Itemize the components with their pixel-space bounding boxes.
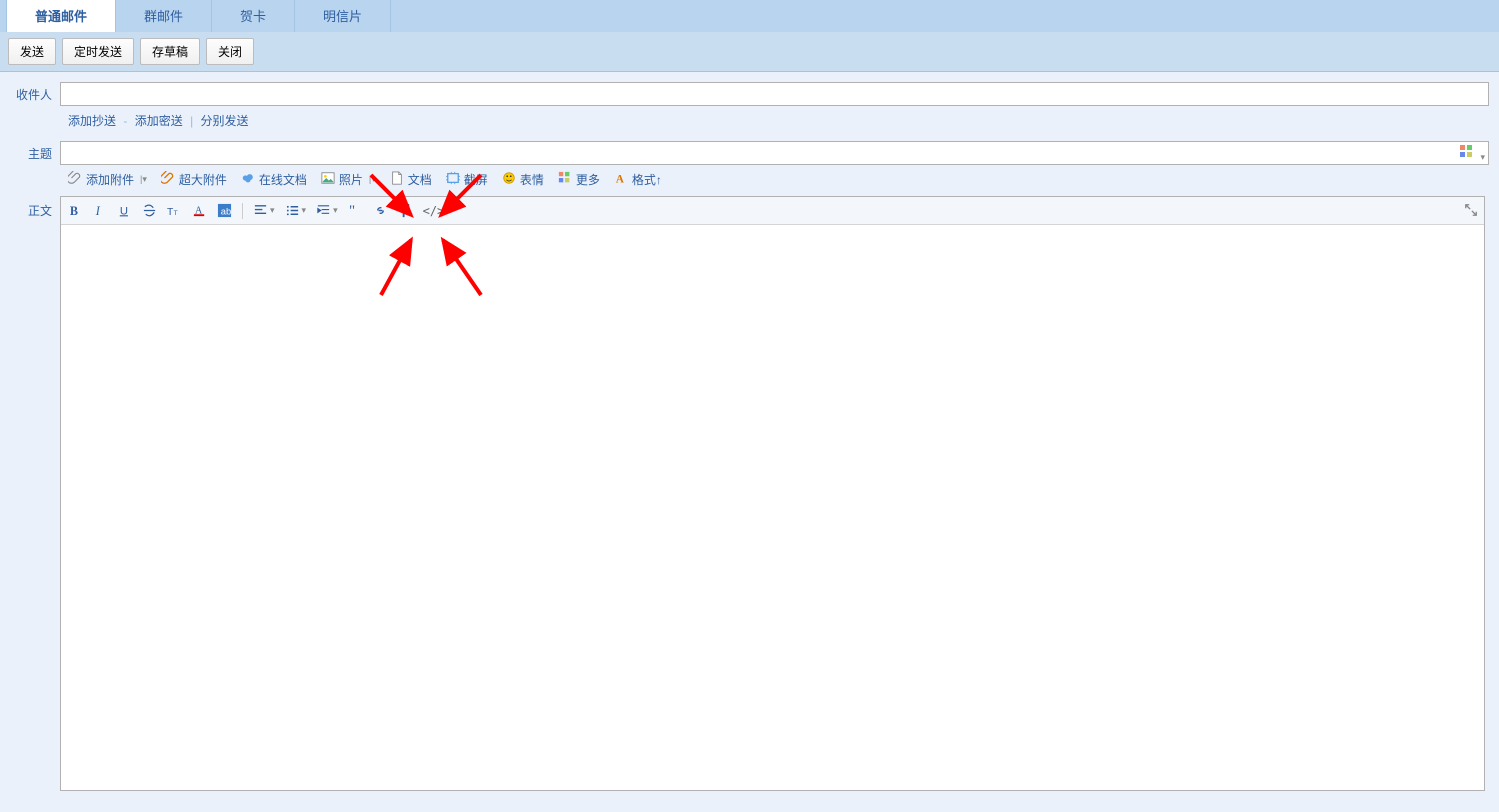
close-button[interactable]: 关闭	[206, 38, 254, 65]
sep: |	[190, 114, 193, 128]
paperclip-large-icon	[161, 171, 175, 188]
photo-icon	[321, 171, 335, 188]
paperclip-icon	[68, 171, 82, 188]
add-attachment-button[interactable]: 添加附件|▾	[68, 171, 147, 188]
font-color-button[interactable]: A	[192, 203, 207, 218]
italic-button[interactable]: I	[92, 203, 107, 218]
align-button[interactable]: ▾	[253, 203, 275, 218]
editor-content[interactable]	[61, 225, 1484, 790]
link-button[interactable]	[373, 203, 388, 218]
format-toggle-button[interactable]: A 格式↑	[614, 171, 662, 188]
recipient-input[interactable]	[60, 82, 1489, 106]
subject-label: 主题	[10, 145, 60, 162]
tab-postcard[interactable]: 明信片	[295, 0, 391, 32]
emoji-icon	[502, 171, 516, 188]
quote-button[interactable]: "	[348, 203, 363, 218]
add-cc-link[interactable]: 添加抄送	[68, 114, 116, 128]
stationery-icon[interactable]: ▾	[1459, 144, 1485, 163]
document-icon	[390, 171, 404, 188]
svg-text:I: I	[95, 204, 101, 218]
code-view-button[interactable]: </>	[423, 204, 445, 218]
underline-button[interactable]: U	[117, 203, 132, 218]
svg-text:": "	[349, 203, 355, 218]
svg-text:T: T	[174, 210, 178, 217]
format-painter-button[interactable]	[398, 203, 413, 218]
fullscreen-button[interactable]	[1464, 203, 1478, 220]
subject-input[interactable]	[60, 141, 1489, 165]
bg-color-button[interactable]: ab	[217, 203, 232, 218]
strikethrough-button[interactable]	[142, 203, 157, 218]
add-bcc-link[interactable]: 添加密送	[135, 114, 183, 128]
document-button[interactable]: 文档	[390, 171, 432, 188]
svg-text:U: U	[120, 205, 128, 217]
screenshot-button[interactable]: 截屏	[446, 171, 488, 188]
svg-text:A: A	[616, 173, 625, 185]
recipient-label: 收件人	[10, 86, 60, 103]
attachment-bar: 添加附件|▾ 超大附件 在线文档 照片|▾ 文档 截屏 表情 更多	[68, 171, 1489, 196]
list-button[interactable]: ▾	[285, 203, 307, 218]
tab-normal-mail[interactable]: 普通邮件	[6, 0, 116, 32]
indent-button[interactable]: ▾	[316, 203, 338, 218]
send-button[interactable]: 发送	[8, 38, 56, 65]
body-label: 正文	[10, 196, 60, 791]
compose-tabs: 普通邮件 群邮件 贺卡 明信片	[0, 0, 1499, 32]
toolbar-separator	[242, 203, 243, 219]
photo-button[interactable]: 照片|▾	[321, 171, 376, 188]
online-doc-button[interactable]: 在线文档	[241, 171, 307, 188]
svg-text:B: B	[70, 204, 78, 218]
save-draft-button[interactable]: 存草稿	[140, 38, 200, 65]
editor-box: B I U TT A ab ▾ ▾ ▾ " </>	[60, 196, 1485, 791]
screenshot-icon	[446, 171, 460, 188]
action-bar: 发送 定时发送 存草稿 关闭	[0, 32, 1499, 72]
sep: -	[123, 114, 127, 128]
grid-icon	[558, 171, 572, 188]
emoji-button[interactable]: 表情	[502, 171, 544, 188]
send-separately-link[interactable]: 分别发送	[201, 114, 249, 128]
tab-group-mail[interactable]: 群邮件	[116, 0, 212, 32]
font-size-button[interactable]: TT	[167, 203, 182, 218]
editor-toolbar: B I U TT A ab ▾ ▾ ▾ " </>	[61, 197, 1484, 225]
tab-greeting-card[interactable]: 贺卡	[212, 0, 295, 32]
format-icon: A	[614, 171, 628, 188]
big-attachment-button[interactable]: 超大附件	[161, 171, 227, 188]
svg-text:ab: ab	[221, 206, 231, 216]
bold-button[interactable]: B	[67, 203, 82, 218]
timed-send-button[interactable]: 定时发送	[62, 38, 134, 65]
cloud-doc-icon	[241, 171, 255, 188]
more-button[interactable]: 更多	[558, 171, 600, 188]
